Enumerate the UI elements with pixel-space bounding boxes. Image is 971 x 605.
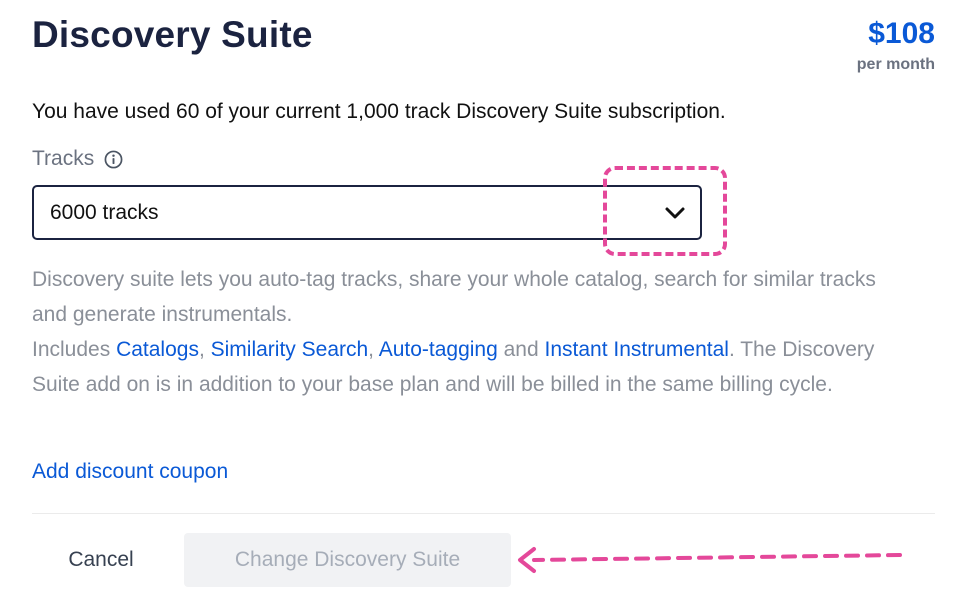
similarity-search-link[interactable]: Similarity Search	[211, 338, 369, 361]
tracks-label-text: Tracks	[32, 147, 95, 170]
description: Discovery suite lets you auto-tag tracks…	[32, 262, 912, 402]
separator: and	[497, 338, 545, 361]
divider	[32, 513, 935, 514]
chevron-down-icon[interactable]	[664, 206, 686, 220]
catalogs-link[interactable]: Catalogs	[116, 338, 199, 361]
price-block: $108 per month	[857, 14, 935, 74]
annotation-arrow-icon	[518, 547, 902, 573]
tracks-select[interactable]: 6000 tracks	[32, 185, 702, 240]
price-amount: $108	[868, 17, 935, 50]
auto-tagging-link[interactable]: Auto-tagging	[379, 338, 498, 361]
includes-prefix: Includes	[32, 338, 117, 361]
tracks-label: Tracks	[32, 147, 123, 171]
description-line1: Discovery suite lets you auto-tag tracks…	[32, 268, 876, 326]
info-icon[interactable]	[104, 150, 123, 169]
instant-instrumental-link[interactable]: Instant Instrumental	[545, 338, 729, 361]
cancel-button[interactable]: Cancel	[36, 533, 166, 587]
page-title: Discovery Suite	[32, 14, 313, 55]
price-period: per month	[856, 56, 935, 73]
tracks-select-value: 6000 tracks	[50, 200, 159, 224]
add-coupon-link[interactable]: Add discount coupon	[32, 460, 228, 484]
separator: ,	[198, 338, 211, 361]
usage-text: You have used 60 of your current 1,000 t…	[32, 100, 726, 123]
separator: ,	[368, 338, 379, 361]
change-discovery-suite-button[interactable]: Change Discovery Suite	[184, 533, 511, 587]
